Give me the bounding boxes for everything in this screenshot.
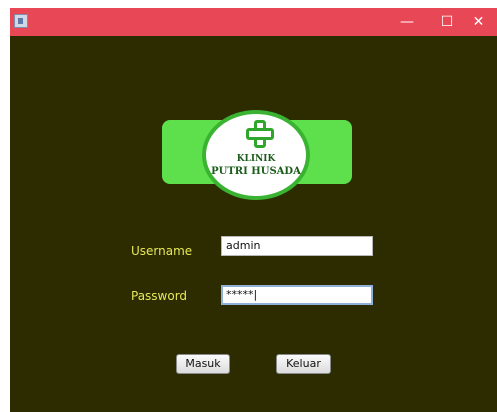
- username-field[interactable]: admin: [221, 236, 373, 256]
- clinic-logo: KLINIK PUTRI HUSADA: [162, 110, 352, 206]
- password-field[interactable]: *****|: [221, 285, 373, 305]
- password-label: Password: [131, 289, 188, 303]
- logo-circle: KLINIK PUTRI HUSADA: [202, 110, 310, 200]
- username-label: Username: [131, 244, 193, 258]
- login-window: — ☐ ✕ KLINIK PUTRI HUSADA Username admin…: [10, 8, 497, 412]
- masuk-button[interactable]: Masuk: [176, 354, 230, 374]
- medical-cross-icon: [246, 120, 274, 148]
- title-bar[interactable]: — ☐ ✕: [10, 8, 497, 36]
- close-button[interactable]: ✕: [460, 8, 497, 36]
- keluar-button[interactable]: Keluar: [276, 354, 331, 374]
- logo-text-name: PUTRI HUSADA: [211, 166, 301, 177]
- minimize-button[interactable]: —: [387, 8, 427, 36]
- logo-text-klinik: KLINIK: [236, 154, 276, 164]
- java-app-icon: [14, 14, 28, 28]
